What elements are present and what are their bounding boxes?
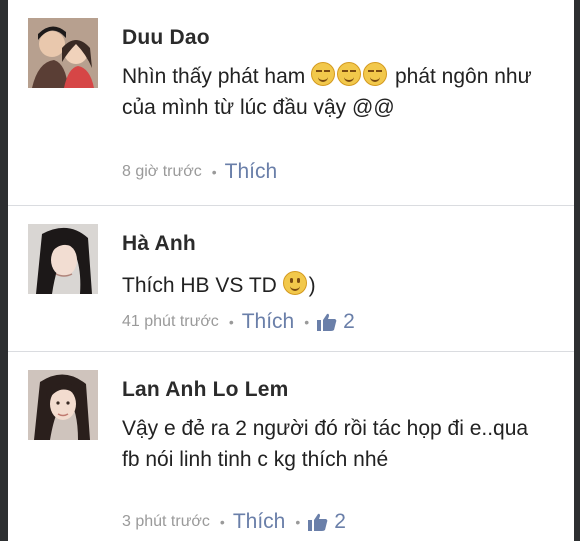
comment-text: Nhìn thấy phát ham phát ngôn như của mìn… bbox=[122, 61, 542, 123]
like-link[interactable]: Thích bbox=[242, 310, 295, 334]
meta-separator: • bbox=[304, 314, 310, 330]
thumbs-up-icon bbox=[317, 313, 337, 331]
avatar-image bbox=[28, 18, 98, 88]
like-count[interactable]: 2 bbox=[308, 510, 346, 534]
meta-separator: • bbox=[228, 314, 234, 330]
smile-emoji-icon bbox=[282, 271, 307, 295]
comment-timestamp: 3 phút trước bbox=[122, 513, 210, 530]
comment-text: Thích HB VS TD ) bbox=[122, 270, 542, 301]
like-link[interactable]: Thích bbox=[225, 160, 278, 184]
smirk-emoji-icon bbox=[363, 62, 388, 86]
comment-timestamp: 41 phút trước bbox=[122, 313, 219, 330]
meta-separator: • bbox=[219, 514, 225, 530]
avatar-image bbox=[28, 370, 98, 440]
comment-item: Hà Anh Thích HB VS TD ) 41 phút trước • … bbox=[8, 206, 574, 351]
comment-text-part: Vậy e đẻ ra 2 người đó rồi tác họp đi e.… bbox=[122, 417, 529, 471]
commenter-name[interactable]: Lan Anh Lo Lem bbox=[122, 378, 289, 402]
comment-timestamp: 8 giờ trước bbox=[122, 163, 202, 180]
smirk-emoji-icon bbox=[311, 62, 336, 86]
like-count[interactable]: 2 bbox=[317, 310, 355, 334]
avatar[interactable] bbox=[28, 370, 98, 440]
comment-item: Duu Dao Nhìn thấy phát ham phát ngôn như… bbox=[8, 0, 574, 205]
comment-meta: 8 giờ trước • Thích bbox=[122, 160, 277, 184]
comment-meta: 3 phút trước • Thích • 2 bbox=[122, 510, 346, 534]
meta-separator: • bbox=[211, 164, 217, 180]
comment-text-part: Thích HB VS TD bbox=[122, 274, 277, 297]
meta-separator: • bbox=[295, 514, 301, 530]
comment-item: Lan Anh Lo Lem Vậy e đẻ ra 2 người đó rồ… bbox=[8, 352, 574, 541]
comment-text-part: Nhìn thấy phát ham bbox=[122, 65, 306, 88]
avatar[interactable] bbox=[28, 224, 98, 294]
avatar-image bbox=[28, 224, 98, 294]
comments-panel: Duu Dao Nhìn thấy phát ham phát ngôn như… bbox=[8, 0, 574, 541]
thumbs-up-icon bbox=[308, 513, 328, 531]
comment-text-part: ) bbox=[308, 274, 316, 297]
like-count-value: 2 bbox=[334, 510, 346, 533]
comment-meta: 41 phút trước • Thích • 2 bbox=[122, 310, 355, 334]
like-count-value: 2 bbox=[343, 310, 355, 333]
avatar[interactable] bbox=[28, 18, 98, 88]
like-link[interactable]: Thích bbox=[233, 510, 286, 534]
comment-text: Vậy e đẻ ra 2 người đó rồi tác họp đi e.… bbox=[122, 413, 542, 475]
commenter-name[interactable]: Hà Anh bbox=[122, 232, 196, 256]
commenter-name[interactable]: Duu Dao bbox=[122, 26, 210, 50]
smirk-emoji-icon bbox=[337, 62, 362, 86]
